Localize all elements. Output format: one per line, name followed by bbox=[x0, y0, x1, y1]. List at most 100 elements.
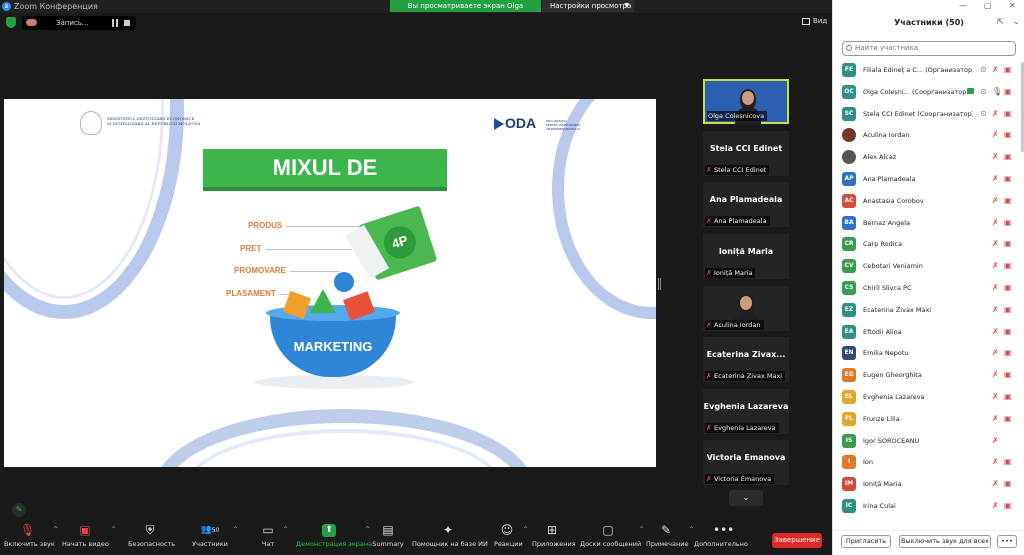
view-settings-dropdown[interactable]: Настройки просмотра ▼ bbox=[542, 0, 634, 12]
participant-row[interactable]: EA Eftodii Alina ✗ ▣ bbox=[833, 322, 1021, 342]
video-off-icon[interactable]: ▣ bbox=[1004, 86, 1012, 98]
video-tile[interactable]: Ioniță Maria ✗ Ioniță Maria bbox=[703, 234, 789, 279]
ai-assistant-button[interactable]: ✦ Помощник на базе ИИ bbox=[412, 524, 488, 554]
pause-recording-button[interactable] bbox=[112, 19, 118, 27]
scroll-down-button[interactable]: ⌄ bbox=[729, 490, 763, 506]
mic-muted-icon[interactable]: ✗ bbox=[992, 129, 999, 141]
video-off-icon[interactable]: ▣ bbox=[1004, 195, 1012, 207]
popout-icon[interactable]: ⇱ bbox=[997, 17, 1004, 26]
mic-muted-icon[interactable]: ✗ bbox=[992, 282, 999, 294]
chevron-up-icon[interactable]: ^ bbox=[233, 526, 238, 533]
summary-button[interactable]: ▤ Summary bbox=[372, 524, 404, 554]
mic-muted-icon[interactable]: ✗ bbox=[992, 326, 999, 338]
video-off-icon[interactable]: ▣ bbox=[1004, 173, 1012, 185]
chevron-up-icon[interactable]: ^ bbox=[111, 526, 116, 533]
more-options-button[interactable]: ••• bbox=[997, 535, 1017, 548]
chevron-up-icon[interactable]: ^ bbox=[365, 526, 370, 533]
participant-row[interactable]: CV Cebotari Veniamin ✗ ▣ bbox=[833, 256, 1021, 276]
mic-on-icon[interactable]: 🎙 bbox=[992, 86, 1002, 98]
video-off-icon[interactable]: ▣ bbox=[1004, 304, 1012, 316]
participant-search-input[interactable]: Найти участника bbox=[842, 41, 1016, 56]
participant-row[interactable]: FE Filiala Edineț a C... (Организатор, я)… bbox=[833, 60, 1021, 80]
reactions-button[interactable]: ☺ Реакции ^ bbox=[494, 524, 528, 554]
chevron-up-icon[interactable]: ^ bbox=[639, 526, 644, 533]
participant-row[interactable]: CS Chiril Slivca PC ✗ ▣ bbox=[833, 278, 1021, 298]
video-off-icon[interactable]: ▣ bbox=[1004, 500, 1012, 512]
chevron-up-icon[interactable]: ^ bbox=[523, 526, 528, 533]
participant-row[interactable]: OC Olga Colesni... (Соорганизатор) ⊙ 🎙 ▣ bbox=[833, 82, 1021, 102]
participant-row[interactable]: FL Frunze Lilia ✗ ▣ bbox=[833, 409, 1021, 429]
video-off-icon[interactable]: ▣ bbox=[1004, 413, 1012, 425]
mic-muted-icon[interactable]: ✗ bbox=[992, 435, 999, 447]
more-button[interactable]: ••• Дополнительно bbox=[694, 524, 748, 554]
video-off-icon[interactable]: ▣ bbox=[1004, 108, 1012, 120]
notes-button[interactable]: ✎ Примечание ^ bbox=[646, 524, 694, 554]
chevron-up-icon[interactable]: ^ bbox=[53, 526, 58, 533]
video-off-icon[interactable]: ▣ bbox=[1004, 391, 1012, 403]
mic-muted-icon[interactable]: ✗ bbox=[992, 347, 999, 359]
video-tile[interactable]: Ana Plamadeala ✗ Ana Plamadeala bbox=[703, 182, 789, 227]
mic-muted-icon[interactable]: ✗ bbox=[992, 304, 999, 316]
mic-muted-icon[interactable]: ✗ bbox=[992, 108, 999, 120]
chat-button[interactable]: ▭ Чат ^ bbox=[256, 524, 288, 554]
apps-button[interactable]: ⊞ Приложения bbox=[532, 524, 576, 554]
stop-recording-button[interactable] bbox=[124, 20, 130, 26]
video-off-icon[interactable]: ▣ bbox=[1004, 282, 1012, 294]
annotate-pen-icon[interactable]: ✎ bbox=[12, 503, 26, 517]
maximize-icon[interactable]: ▢ bbox=[984, 1, 992, 10]
video-tile[interactable]: Evghenia Lazareva ✗ Evghenia Lazareva bbox=[703, 389, 789, 434]
participant-row[interactable]: IM Ioniță Maria ✗ ▣ bbox=[833, 474, 1021, 494]
mic-muted-icon[interactable]: ✗ bbox=[992, 391, 999, 403]
participant-row[interactable]: AP Ana Plamadeala ✗ ▣ bbox=[833, 169, 1021, 189]
mic-muted-icon[interactable]: ✗ bbox=[992, 195, 999, 207]
mic-muted-icon[interactable]: ✗ bbox=[992, 456, 999, 468]
whiteboards-button[interactable]: ▢ Доски сообщений ^ bbox=[580, 524, 644, 554]
unmute-button[interactable]: 🎙 Включить звук ^ bbox=[4, 524, 58, 554]
video-off-icon[interactable]: ▣ bbox=[1004, 217, 1012, 229]
mic-muted-icon[interactable]: ✗ bbox=[992, 413, 999, 425]
security-shield-icon[interactable] bbox=[6, 17, 16, 28]
chevron-up-icon[interactable]: ^ bbox=[283, 526, 288, 533]
participant-row[interactable]: Alex Alcaz ✗ ▣ bbox=[833, 147, 1021, 167]
video-off-icon[interactable]: ▣ bbox=[1004, 64, 1012, 76]
video-off-icon[interactable]: ▣ bbox=[1004, 456, 1012, 468]
participant-row[interactable]: EZ Ecaterina Zivax Maxi ✗ ▣ bbox=[833, 300, 1021, 320]
participant-row[interactable]: BA Bernaz Angela ✗ ▣ bbox=[833, 213, 1021, 233]
mic-muted-icon[interactable]: ✗ bbox=[992, 217, 999, 229]
start-video-button[interactable]: ▣ Начать видео ^ bbox=[62, 524, 116, 554]
video-off-icon[interactable]: ▣ bbox=[1004, 151, 1012, 163]
participant-row[interactable]: I Ion ✗ ▣ bbox=[833, 452, 1021, 472]
chevron-down-icon[interactable]: ⌄ bbox=[1013, 17, 1020, 26]
participant-row[interactable]: SC Stela CCI Edinet (Соорганизатор) ⊙ ✗ ▣ bbox=[833, 104, 1021, 124]
video-tile[interactable]: Olga Colesnicova bbox=[703, 79, 789, 125]
video-off-icon[interactable]: ▣ bbox=[1004, 260, 1012, 272]
video-tile[interactable]: Ecaterina Zivax... ✗ Ecaterina Zivax Maxi bbox=[703, 337, 789, 382]
participant-row[interactable]: IC Irina Culai ✗ ▣ bbox=[833, 496, 1021, 516]
view-button[interactable]: Вид bbox=[802, 17, 827, 25]
mic-muted-icon[interactable]: ✗ bbox=[992, 173, 999, 185]
video-off-icon[interactable]: ▣ bbox=[1004, 347, 1012, 359]
mic-muted-icon[interactable]: ✗ bbox=[992, 151, 999, 163]
video-off-icon[interactable]: ▣ bbox=[1004, 129, 1012, 141]
mic-muted-icon[interactable]: ✗ bbox=[992, 238, 999, 250]
mic-muted-icon[interactable]: ✗ bbox=[992, 369, 999, 381]
mic-muted-icon[interactable]: ✗ bbox=[992, 64, 999, 76]
participant-row[interactable]: EG Eugen Gheorghita ✗ ▣ bbox=[833, 365, 1021, 385]
participant-row[interactable]: Aculina Iordan ✗ ▣ bbox=[833, 125, 1021, 145]
invite-button[interactable]: Пригласить bbox=[841, 535, 891, 548]
video-tile[interactable]: Stela CCI Edinet ✗ Stela CCI Edinet bbox=[703, 131, 789, 176]
security-button[interactable]: ⛨ Безопасность bbox=[128, 524, 175, 554]
mic-muted-icon[interactable]: ✗ bbox=[992, 478, 999, 490]
video-tile[interactable]: Victoria Emanova ✗ Victoria Emanova bbox=[703, 440, 789, 485]
video-tile[interactable]: ✗ Aculina Iordan bbox=[703, 286, 789, 331]
video-off-icon[interactable]: ▣ bbox=[1004, 478, 1012, 490]
participant-row[interactable]: CR Carp Rodica ✗ ▣ bbox=[833, 234, 1021, 254]
video-off-icon[interactable]: ▣ bbox=[1004, 326, 1012, 338]
splitter-handle[interactable] bbox=[658, 278, 661, 290]
participant-row[interactable]: AC Anastasia Corobov ✗ ▣ bbox=[833, 191, 1021, 211]
video-off-icon[interactable]: ▣ bbox=[1004, 238, 1012, 250]
participants-button[interactable]: 👥50 Участники ^ bbox=[190, 524, 238, 554]
mic-muted-icon[interactable]: ✗ bbox=[992, 500, 999, 512]
end-meeting-button[interactable]: Завершение bbox=[772, 533, 822, 548]
close-window-icon[interactable]: ✕ bbox=[1009, 1, 1016, 10]
